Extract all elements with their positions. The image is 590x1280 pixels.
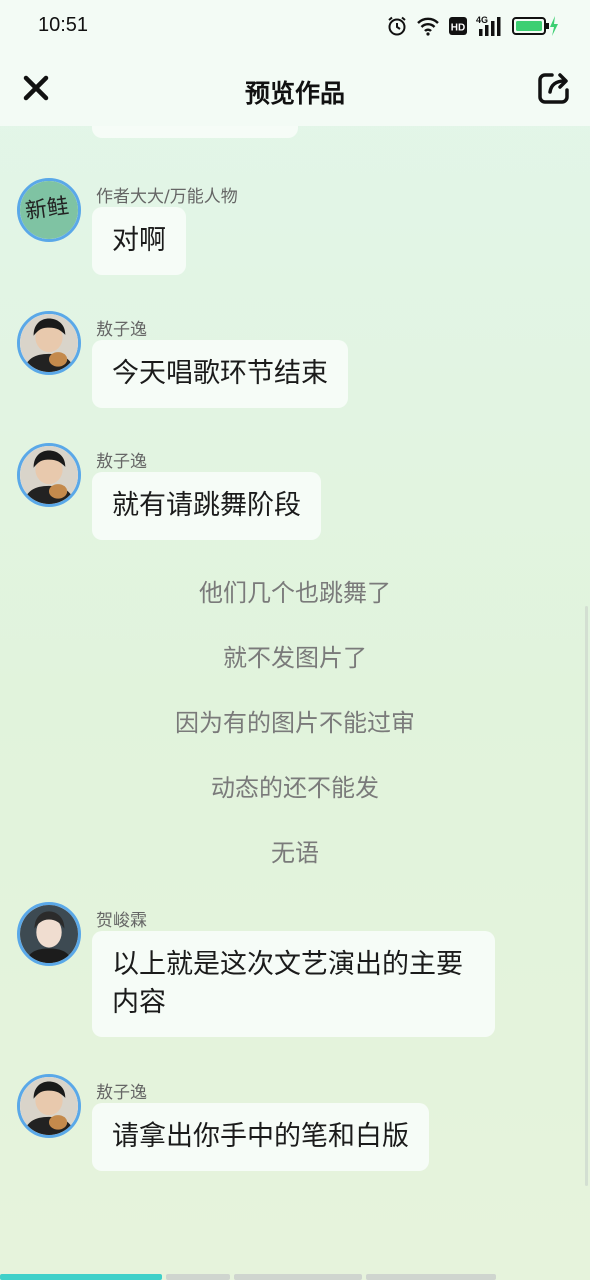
page-title: 预览作品 <box>244 79 345 108</box>
message-bubble: 对啊 <box>92 207 186 275</box>
message-bubble: 以上就是这次文艺演出的主要内容 <box>92 931 495 1037</box>
chat-area[interactable]: 新鲑 作者大大/万能人物 对啊 敖子逸 今天唱歌环节结束 敖子逸 就有请跳舞阶段… <box>0 126 590 1276</box>
share-icon <box>538 73 569 104</box>
story-progress <box>0 1274 590 1280</box>
narration-text: 就不发图片了 <box>223 644 367 672</box>
narration-text: 他们几个也跳舞了 <box>199 579 391 607</box>
signal-4g-icon: 4G <box>476 15 504 37</box>
avatar-aoziyi[interactable] <box>17 443 81 507</box>
share-button[interactable] <box>536 70 572 106</box>
status-time: 10:51 <box>38 14 89 36</box>
message-bubble: 就有请跳舞阶段 <box>92 472 321 540</box>
partial-message-bubble <box>92 126 298 138</box>
alarm-icon <box>386 15 408 37</box>
sender-name: 敖子逸 <box>96 452 147 472</box>
avatar-aoziyi[interactable] <box>17 1074 81 1138</box>
progress-segment <box>166 1274 230 1280</box>
narration-text: 因为有的图片不能过审 <box>175 709 415 737</box>
sender-name: 作者大大/万能人物 <box>96 187 238 207</box>
sender-name: 敖子逸 <box>96 320 147 340</box>
progress-segment <box>366 1274 496 1280</box>
message-bubble: 请拿出你手中的笔和白版 <box>92 1103 429 1171</box>
progress-segment-active <box>0 1274 162 1280</box>
hd-label: HD <box>451 23 465 34</box>
header: 预览作品 <box>0 52 590 126</box>
hd-icon: HD <box>448 16 468 36</box>
network-label: 4G <box>476 15 488 25</box>
sender-name: 敖子逸 <box>96 1083 147 1103</box>
message-bubble: 今天唱歌环节结束 <box>92 340 348 408</box>
status-icons: HD 4G <box>386 14 560 38</box>
progress-segment <box>234 1274 362 1280</box>
avatar-hejunlin[interactable] <box>17 902 81 966</box>
wifi-icon <box>416 16 440 36</box>
status-bar: 10:51 HD 4G <box>0 0 590 52</box>
sender-name: 贺峻霖 <box>96 911 147 931</box>
narration-text: 动态的还不能发 <box>211 774 379 802</box>
avatar-aoziyi[interactable] <box>17 311 81 375</box>
avatar-xinge[interactable]: 新鲑 <box>17 178 81 242</box>
battery-charging-icon <box>512 15 560 37</box>
scrollbar[interactable] <box>585 606 588 1186</box>
narration-text: 无语 <box>271 839 319 867</box>
